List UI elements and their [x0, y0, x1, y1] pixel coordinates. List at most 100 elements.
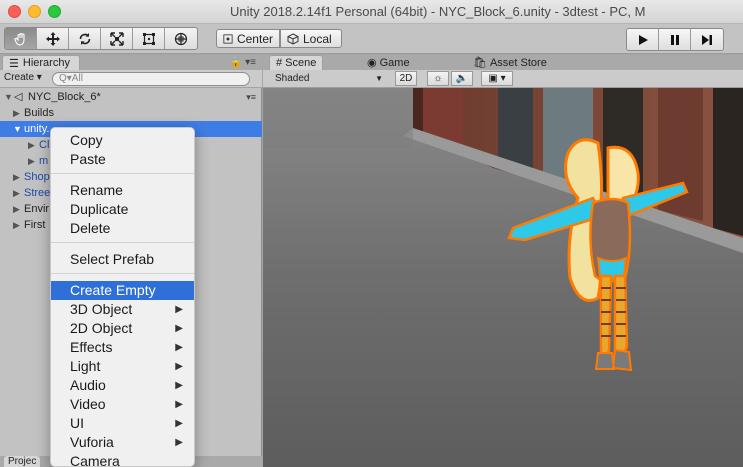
collapsed-arrow-icon[interactable]: ▶: [13, 201, 20, 217]
submenu-arrow-icon: ▶: [175, 342, 183, 353]
rotate-icon: [79, 32, 90, 45]
menu-item-light[interactable]: Light ▶: [51, 357, 194, 376]
menu-item-label: Effects: [70, 339, 113, 355]
effects-dropdown[interactable]: ▣ ▾: [481, 71, 513, 86]
menu-item-ui[interactable]: UI ▶: [51, 414, 194, 433]
hierarchy-tab-label: Hierarchy: [22, 57, 70, 69]
shading-mode-value: Shaded: [275, 73, 310, 84]
scene-tab-label: Scene: [285, 57, 317, 69]
menu-item-select-prefab[interactable]: Select Prefab: [51, 250, 194, 269]
submenu-arrow-icon: ▶: [175, 304, 183, 315]
menu-item-label: Audio: [70, 377, 106, 393]
menu-item-duplicate[interactable]: Duplicate: [51, 200, 194, 219]
tree-item-label: Envir: [24, 203, 50, 215]
tab-project[interactable]: Projec: [4, 456, 41, 467]
submenu-arrow-icon: ▶: [175, 437, 183, 448]
scene-row[interactable]: ▼ ◁ NYC_Block_6* ▾≡: [0, 89, 262, 105]
tree-item-label: m: [39, 155, 49, 167]
submenu-arrow-icon: ▶: [175, 323, 183, 334]
hierarchy-toolbar: Create ▾ Q▾All: [0, 70, 262, 88]
menu-item-audio[interactable]: Audio ▶: [51, 376, 194, 395]
move-icon: [45, 31, 60, 46]
menu-separator: [51, 173, 194, 174]
hierarchy-search-input[interactable]: Q▾All: [52, 72, 250, 86]
collapsed-arrow-icon[interactable]: ▶: [13, 105, 20, 121]
menu-separator: [51, 273, 194, 274]
tab-asset-store[interactable]: 🛍 Asset Store: [467, 55, 553, 70]
menu-item-delete[interactable]: Delete: [51, 219, 194, 238]
tab-game[interactable]: ◉ Game: [361, 55, 416, 70]
menu-item-3d-object[interactable]: 3D Object ▶: [51, 300, 194, 319]
scene-toolbar: Shaded ▼ 2D ☼ 🔈 ▣ ▾: [263, 70, 743, 88]
close-window-button[interactable]: [8, 5, 21, 18]
scale-tool-button[interactable]: [101, 28, 133, 49]
menu-separator: [51, 242, 194, 243]
panel-lock-icon[interactable]: 🔒 ▾≡: [230, 57, 256, 68]
pivot-center-icon: [223, 33, 233, 44]
create-label: Create: [4, 72, 35, 83]
move-tool-button[interactable]: [37, 28, 69, 49]
menu-item-label: 3D Object: [70, 301, 133, 317]
collapsed-arrow-icon[interactable]: ▶: [28, 137, 35, 153]
tab-scene[interactable]: # Scene: [269, 55, 324, 70]
image-icon: ▣ ▾: [488, 73, 506, 84]
scene-menu-icon[interactable]: ▾≡: [246, 89, 256, 105]
expand-arrow-icon[interactable]: ▼: [4, 89, 13, 105]
audio-toggle[interactable]: 🔈: [451, 71, 473, 86]
store-icon: 🛍: [473, 57, 487, 69]
tree-item-label: Shop: [24, 171, 50, 183]
list-icon: ☰: [9, 57, 19, 70]
toggle-2d-button[interactable]: 2D: [395, 71, 417, 86]
menu-item-camera[interactable]: Camera: [51, 452, 194, 466]
zoom-window-button[interactable]: [48, 5, 61, 18]
scene-name: NYC_Block_6*: [28, 91, 101, 103]
collapsed-arrow-icon[interactable]: ▶: [13, 185, 20, 201]
play-controls: [626, 28, 724, 51]
game-tab-label: Game: [379, 56, 410, 69]
menu-item-paste[interactable]: Paste: [51, 150, 194, 169]
rect-tool-button[interactable]: [133, 28, 165, 49]
rect-transform-icon: [142, 32, 155, 45]
step-icon: [702, 34, 712, 45]
step-button[interactable]: [691, 29, 723, 50]
submenu-arrow-icon: ▶: [175, 380, 183, 391]
menu-item-label: Light: [70, 358, 101, 374]
menu-item-2d-object[interactable]: 2D Object ▶: [51, 319, 194, 338]
play-button[interactable]: [627, 29, 659, 50]
main-toolbar: Center Local: [0, 24, 743, 54]
tree-item-label: Builds: [24, 107, 54, 119]
collapsed-arrow-icon[interactable]: ▶: [28, 153, 35, 169]
menu-item-label: 2D Object: [70, 320, 133, 336]
pivot-local-label: Local: [303, 31, 332, 46]
lighting-toggle[interactable]: ☼: [427, 71, 449, 86]
menu-item-vuforia[interactable]: Vuforia ▶: [51, 433, 194, 452]
hierarchy-tab-bar: ☰ Hierarchy 🔒 ▾≡: [0, 55, 262, 70]
menu-item-video[interactable]: Video ▶: [51, 395, 194, 414]
menu-item-create-empty[interactable]: Create Empty: [51, 281, 194, 300]
pivot-center-label: Center: [236, 31, 273, 46]
minimize-window-button[interactable]: [28, 5, 41, 18]
create-dropdown[interactable]: Create ▾: [4, 72, 42, 83]
transform-tools: [4, 27, 198, 50]
pause-button[interactable]: [659, 29, 691, 50]
pivot-center-toggle[interactable]: Center: [216, 29, 280, 48]
transform-tool-button[interactable]: [165, 28, 197, 49]
submenu-arrow-icon: ▶: [175, 418, 183, 429]
rotate-tool-button[interactable]: [69, 28, 101, 49]
menu-item-copy[interactable]: Copy: [51, 131, 194, 150]
asset-store-tab-label: Asset Store: [489, 56, 547, 69]
scene-viewport[interactable]: [263, 88, 743, 467]
scale-icon: [109, 31, 124, 46]
tree-item-builds[interactable]: ▶ Builds: [0, 105, 262, 121]
hand-tool-button[interactable]: [5, 28, 37, 49]
tab-hierarchy[interactable]: ☰ Hierarchy: [2, 55, 80, 70]
expand-arrow-icon[interactable]: ▼: [13, 121, 22, 137]
tree-item-label: Cl: [39, 139, 50, 151]
collapsed-arrow-icon[interactable]: ▶: [13, 217, 20, 233]
pivot-local-toggle[interactable]: Local: [280, 29, 342, 48]
menu-item-rename[interactable]: Rename: [51, 181, 194, 200]
unity-scene-icon: ◁: [14, 91, 23, 103]
shading-mode-dropdown[interactable]: Shaded ▼: [267, 72, 387, 86]
menu-item-effects[interactable]: Effects ▶: [51, 338, 194, 357]
collapsed-arrow-icon[interactable]: ▶: [13, 169, 20, 185]
